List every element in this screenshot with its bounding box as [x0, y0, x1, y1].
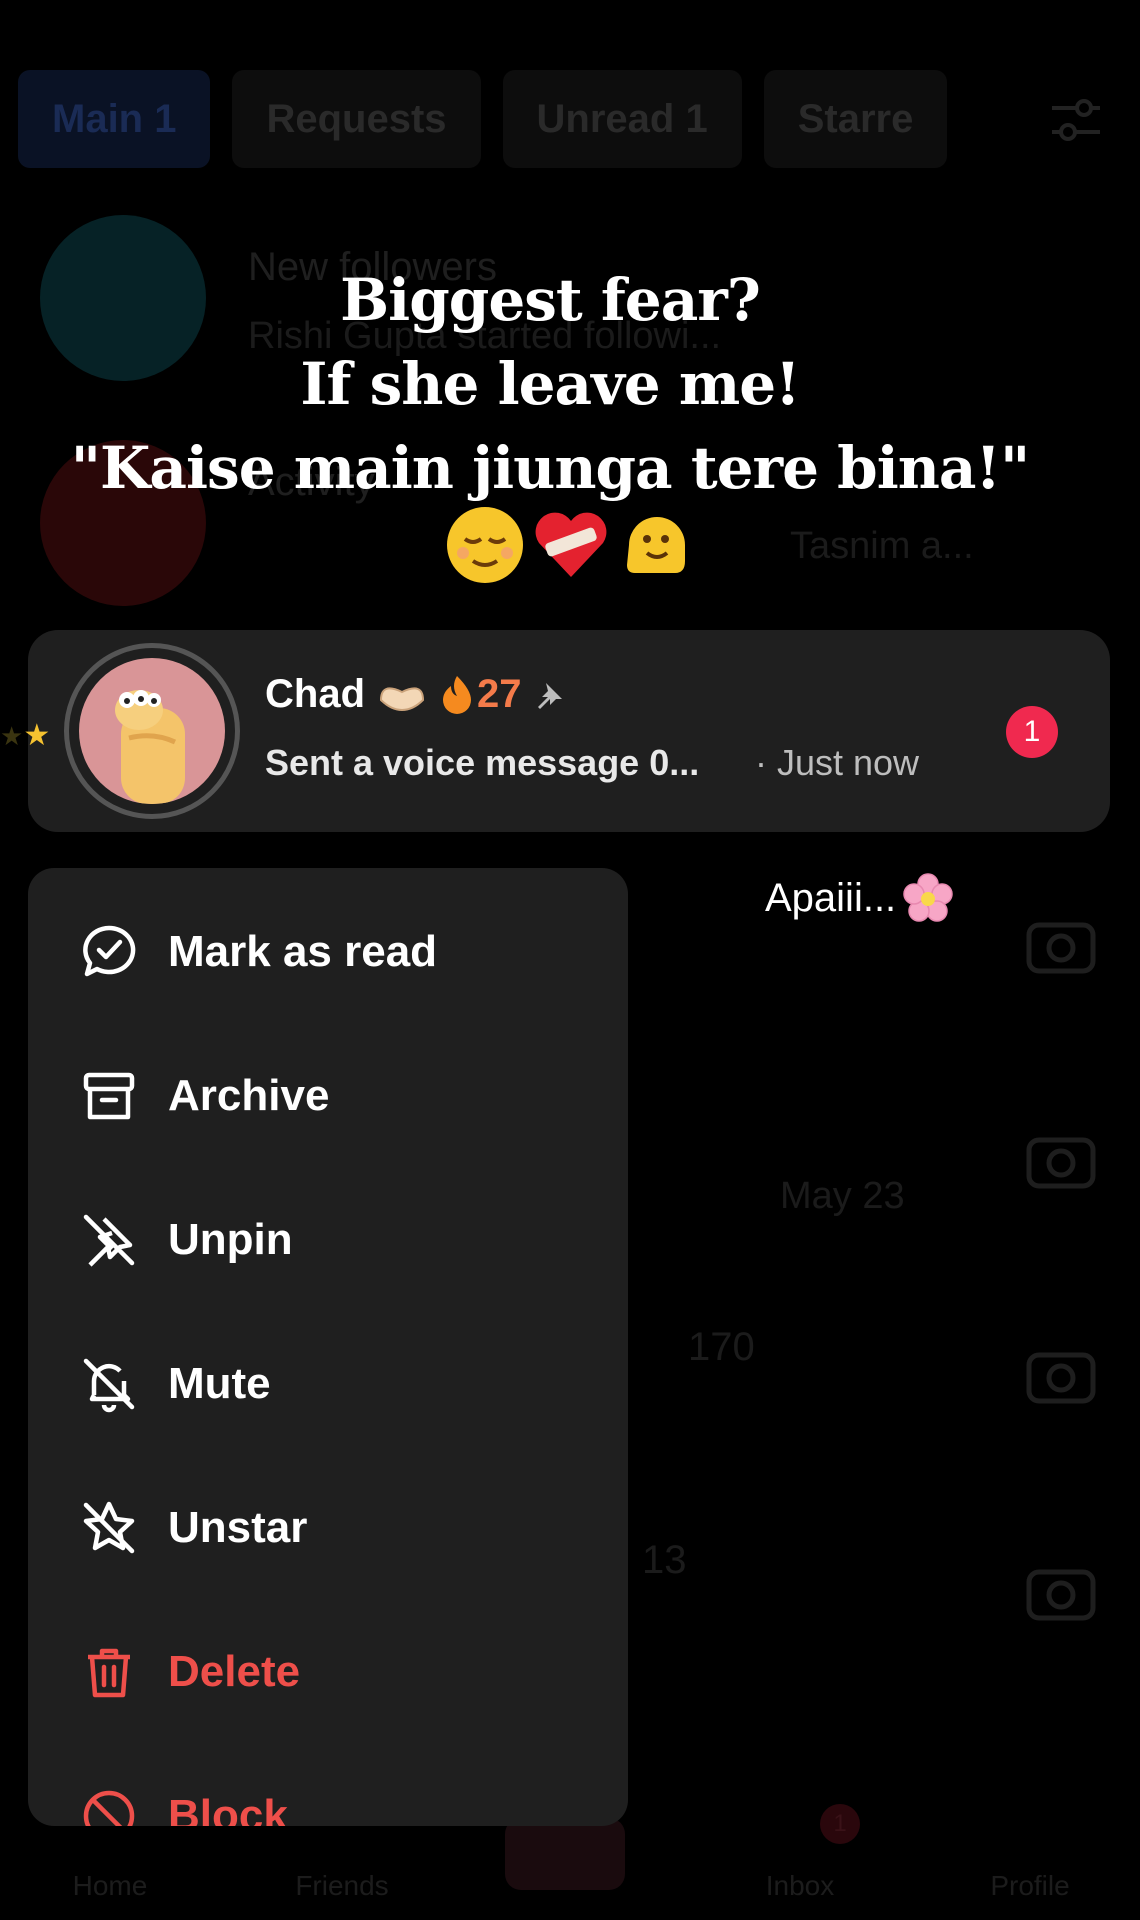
- menu-label: Mark as read: [168, 927, 438, 976]
- filter-icon[interactable]: [1048, 92, 1104, 148]
- unstar-icon: [83, 1501, 135, 1554]
- faint-count-b: 13: [642, 1538, 687, 1582]
- cartoon-avatar-icon: [115, 690, 185, 804]
- side-text: Apaiii...: [765, 872, 954, 924]
- menu-block[interactable]: Block: [28, 1756, 628, 1826]
- side-text-label: Apaiii...: [765, 875, 897, 920]
- chat-time: · Just now: [755, 742, 920, 783]
- unread-badge: 1: [1006, 706, 1058, 758]
- mute-bell-icon: [83, 1358, 135, 1413]
- camera-icon[interactable]: [1026, 1130, 1096, 1190]
- mending-heart-icon: [535, 512, 607, 577]
- trash-icon: [88, 1648, 130, 1698]
- streak-count: 27: [477, 672, 522, 716]
- unpin-icon: [83, 1214, 135, 1267]
- archive-icon: [83, 1072, 135, 1120]
- caption-emojis: [445, 505, 697, 585]
- camera-icon[interactable]: [1026, 1345, 1096, 1405]
- faint-count-a: 170: [688, 1325, 755, 1369]
- context-menu: Mark as read Archive Unpin Mute Unstar D…: [28, 868, 628, 1826]
- nav-inbox[interactable]: Inbox: [720, 1870, 880, 1902]
- star-marker: ★★: [0, 718, 50, 753]
- activity-subtitle: Tasnim a...: [790, 525, 974, 567]
- caption-line-1: Biggest fear?: [340, 266, 761, 334]
- menu-label: Archive: [168, 1071, 330, 1120]
- melting-face-icon: [627, 517, 685, 573]
- bottom-nav: Home Friends Inbox 1 Profile: [0, 1804, 1140, 1920]
- menu-archive[interactable]: Archive: [28, 1036, 628, 1156]
- menu-label: Block: [168, 1791, 288, 1826]
- chat-preview: Sent a voice message 0...: [265, 742, 700, 783]
- cherry-blossom-icon: [903, 873, 953, 922]
- star-icon: ★: [23, 719, 51, 752]
- caption-line-2: If she leave me!: [300, 350, 800, 418]
- avatar[interactable]: [79, 658, 225, 804]
- menu-unpin[interactable]: Unpin: [28, 1180, 628, 1300]
- block-icon: [83, 1790, 135, 1826]
- nav-friends[interactable]: Friends: [262, 1870, 422, 1902]
- nav-profile[interactable]: Profile: [950, 1870, 1110, 1902]
- check-bubble-icon: [83, 925, 136, 977]
- menu-mute[interactable]: Mute: [28, 1324, 628, 1444]
- heart-hands-icon: [379, 686, 425, 711]
- relieved-face-icon: [447, 507, 523, 583]
- menu-label: Unpin: [168, 1215, 293, 1264]
- menu-unstar[interactable]: Unstar: [28, 1468, 628, 1588]
- tab-unread[interactable]: Unread 1: [502, 70, 742, 168]
- faint-date: May 23: [780, 1175, 905, 1217]
- menu-label: Unstar: [168, 1503, 308, 1552]
- inbox-badge: 1: [820, 1804, 860, 1844]
- caption-text: Biggest fear? If she leave me! "Kaise ma…: [0, 258, 1100, 510]
- fire-icon: [443, 675, 471, 714]
- menu-delete[interactable]: Delete: [28, 1612, 628, 1732]
- chat-name-line: Chad 27: [265, 672, 566, 717]
- camera-icon[interactable]: [1026, 915, 1096, 975]
- camera-icon[interactable]: [1026, 1562, 1096, 1622]
- menu-mark-as-read[interactable]: Mark as read: [28, 892, 628, 1012]
- faint-star-icon: ★: [0, 721, 24, 751]
- caption-line-3: "Kaise main jiunga tere bina!": [70, 434, 1030, 502]
- create-button[interactable]: [505, 1818, 625, 1890]
- chat-name: Chad: [265, 672, 365, 716]
- inbox-tabs: Main 1 Requests Unread 1 Starre: [18, 70, 1140, 170]
- tab-main[interactable]: Main 1: [18, 70, 211, 168]
- menu-label: Delete: [168, 1647, 301, 1696]
- pin-icon: [537, 682, 562, 709]
- streak: 27: [439, 672, 522, 717]
- tab-starred[interactable]: Starre: [763, 70, 948, 168]
- menu-label: Mute: [168, 1359, 271, 1408]
- nav-home[interactable]: Home: [30, 1870, 190, 1902]
- tab-requests[interactable]: Requests: [232, 70, 481, 168]
